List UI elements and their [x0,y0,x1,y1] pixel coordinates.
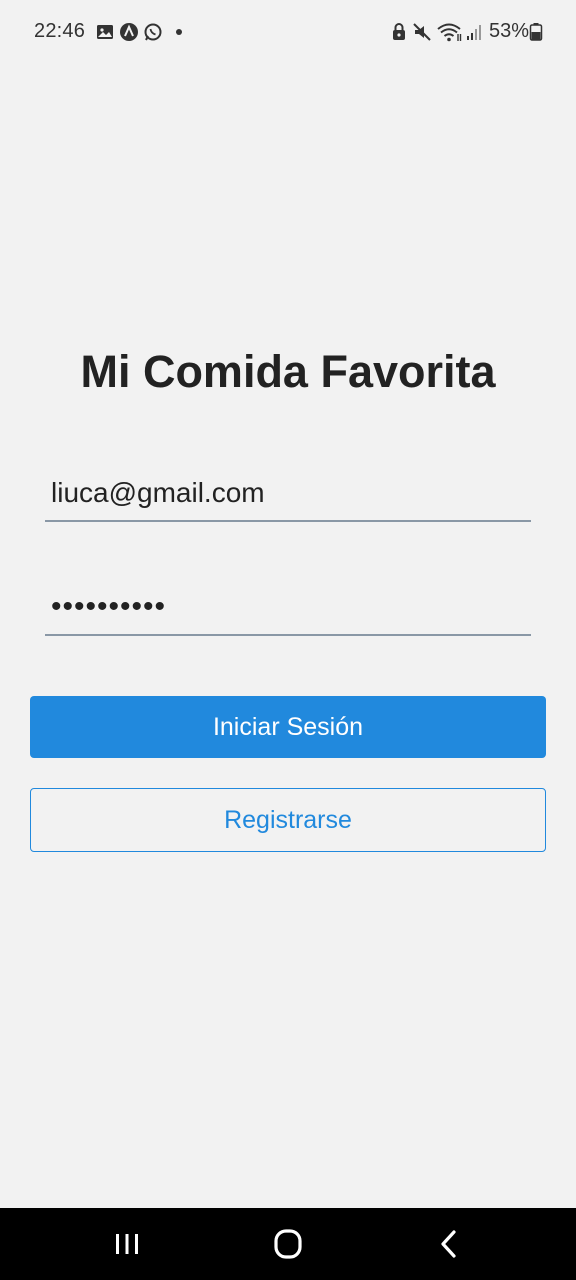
navigation-bar [0,1208,576,1280]
password-field-container [45,580,531,636]
email-field-container [45,466,531,522]
status-time: 22:46 [34,20,86,42]
password-field[interactable] [45,580,531,634]
signal-icon [467,25,481,40]
battery-icon [529,23,543,41]
a-notification-icon [120,23,138,41]
register-button[interactable]: Registrarse [30,788,546,852]
whatsapp-icon [144,23,162,41]
login-screen: 22:46 53% Mi Comida Favorita liuca@gmail… [0,0,576,1280]
recents-icon[interactable] [107,1226,147,1262]
vpn-lock-icon [393,23,405,40]
battery-percentage: 53% [489,20,530,42]
email-field[interactable] [45,466,531,520]
app-title: Mi Comida Favorita [80,346,496,397]
status-bar: 22:46 53% [0,0,576,64]
wifi-icon [437,23,462,42]
dot-icon [176,29,182,35]
back-icon[interactable] [430,1226,470,1262]
mute-icon [413,23,431,41]
gallery-icon [97,25,113,39]
home-icon[interactable] [268,1226,308,1262]
login-button[interactable]: Iniciar Sesión [30,696,546,758]
